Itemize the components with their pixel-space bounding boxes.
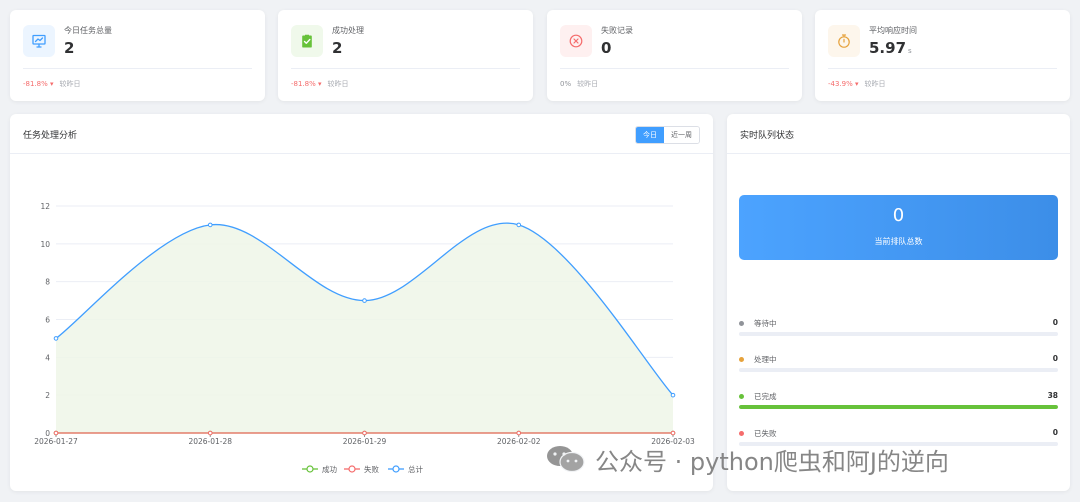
queue-row-label: 已失败	[754, 429, 777, 438]
queue-total-label: 当前排队总数	[874, 237, 923, 246]
caret-down-icon: ▾	[852, 80, 859, 88]
data-point	[516, 430, 522, 436]
data-point	[53, 430, 59, 436]
progress-fill	[739, 405, 1058, 409]
presentation-chart-icon	[23, 25, 55, 57]
legend-marker	[306, 465, 314, 473]
legend-label: 失败	[364, 464, 379, 474]
stat-change: -81.8%	[291, 80, 316, 88]
stat-footer: -81.8% ▾ 较昨日	[291, 79, 349, 89]
queue-row-label: 处理中	[754, 355, 777, 364]
queue-row-value: 38	[1047, 391, 1058, 400]
stat-value: 0	[601, 39, 612, 57]
divider	[23, 68, 252, 69]
stat-card-success: 成功处理 2 -81.8% ▾ 较昨日	[278, 10, 533, 101]
y-tick-label: 10	[40, 240, 50, 249]
stat-card-total: 今日任务总量 2 -81.8% ▾ 较昨日	[10, 10, 265, 101]
queue-row-value: 0	[1052, 318, 1058, 327]
stat-compare-label: 较昨日	[59, 80, 81, 88]
progress-bar	[739, 332, 1058, 336]
data-point	[362, 298, 367, 303]
stopwatch-icon	[828, 25, 860, 57]
task-line-chart: 0246810122026-01-27 2026-01-28 2026-01-29 2…	[34, 202, 695, 474]
wechat-icon	[545, 445, 587, 473]
panel-title: 任务处理分析	[23, 131, 78, 141]
data-point	[362, 430, 367, 436]
divider	[291, 68, 520, 69]
data-point	[670, 392, 676, 398]
tab-week[interactable]: 近一周	[664, 127, 699, 143]
status-dot	[739, 431, 744, 436]
data-point	[207, 222, 213, 228]
stat-label: 平均响应时间	[869, 26, 917, 35]
x-tick-label: 2026-01-28	[188, 437, 232, 446]
data-point	[53, 336, 59, 341]
stat-label: 今日任务总量	[64, 26, 112, 35]
progress-bar	[739, 368, 1058, 372]
status-dot	[739, 321, 744, 326]
stat-label: 失败记录	[601, 26, 633, 35]
queue-status-panel: 实时队列状态 0 当前排队总数 等待中 0 处理中 0 已完成 38 已失败 0	[727, 114, 1070, 491]
stat-footer: -43.9% ▾ 较昨日	[828, 79, 886, 89]
clipboard-check-icon	[291, 25, 323, 57]
stat-change: 0%	[560, 80, 572, 88]
stat-compare-label: 较昨日	[864, 80, 886, 88]
task-analysis-panel: 任务处理分析 今日 近一周 0 2 4 6 8 10 12 2026-01-27 2026-01…	[10, 114, 713, 491]
queue-total-value: 0	[892, 205, 905, 226]
stat-compare-label: 较昨日	[327, 80, 349, 88]
caret-down-icon: ▾	[315, 80, 322, 88]
caret-down-icon: ▾	[47, 80, 54, 88]
y-tick-label: 4	[45, 353, 50, 362]
x-tick-label: 2026-02-02	[497, 437, 541, 446]
queue-row: 等待中 0	[739, 318, 1058, 336]
x-tick-label: 2026-01-27	[34, 437, 78, 446]
queue-row-value: 0	[1052, 354, 1058, 363]
stat-value: 2	[64, 39, 75, 57]
stat-value: 5.97 s	[869, 39, 912, 57]
panel-title: 实时队列状态	[740, 131, 795, 141]
tab-today[interactable]: 今日	[636, 127, 664, 143]
progress-bar	[739, 405, 1058, 409]
stat-change: -81.8%	[23, 80, 48, 88]
queue-row-label: 已完成	[754, 392, 777, 401]
queue-total-banner: 0 当前排队总数	[739, 195, 1058, 260]
divider	[560, 68, 789, 69]
circle-x-icon	[560, 25, 592, 57]
data-point	[207, 430, 213, 436]
legend-marker	[348, 465, 356, 473]
legend-marker	[392, 465, 400, 473]
stat-value: 2	[332, 39, 343, 57]
stat-change: -43.9%	[828, 80, 853, 88]
x-tick-label: 2026-01-29	[343, 437, 387, 446]
divider	[727, 153, 1070, 154]
watermark: 公众号 · python爬虫和阿J的逆向	[545, 444, 949, 476]
queue-row-value: 0	[1052, 428, 1058, 437]
range-toggle: 今日 近一周	[635, 126, 700, 144]
divider	[828, 68, 1057, 69]
queue-row-label: 等待中	[754, 319, 777, 328]
queue-row: 处理中 0	[739, 354, 1058, 372]
stat-card-failed: 失败记录 0 0% 较昨日	[547, 10, 802, 101]
stat-compare-label: 较昨日	[577, 80, 599, 88]
y-tick-label: 2	[45, 391, 50, 400]
y-tick-label: 12	[40, 202, 50, 211]
queue-row: 已完成 38	[739, 391, 1058, 409]
watermark-text: 公众号 · python爬虫和阿J的逆向	[595, 447, 949, 476]
legend-label: 总计	[408, 464, 423, 474]
stat-footer: 0% 较昨日	[560, 79, 598, 89]
y-tick-label: 8	[45, 278, 50, 287]
series-area	[56, 223, 673, 433]
status-dot	[739, 357, 744, 362]
legend-label: 成功	[322, 464, 337, 474]
stat-footer: -81.8% ▾ 较昨日	[23, 79, 81, 89]
data-point	[670, 430, 676, 436]
y-tick-label: 6	[45, 316, 50, 325]
status-dot	[739, 394, 744, 399]
stat-card-avg-response: 平均响应时间 5.97 s -43.9% ▾ 较昨日	[815, 10, 1070, 101]
stat-label: 成功处理	[332, 26, 364, 35]
data-point	[516, 222, 522, 228]
